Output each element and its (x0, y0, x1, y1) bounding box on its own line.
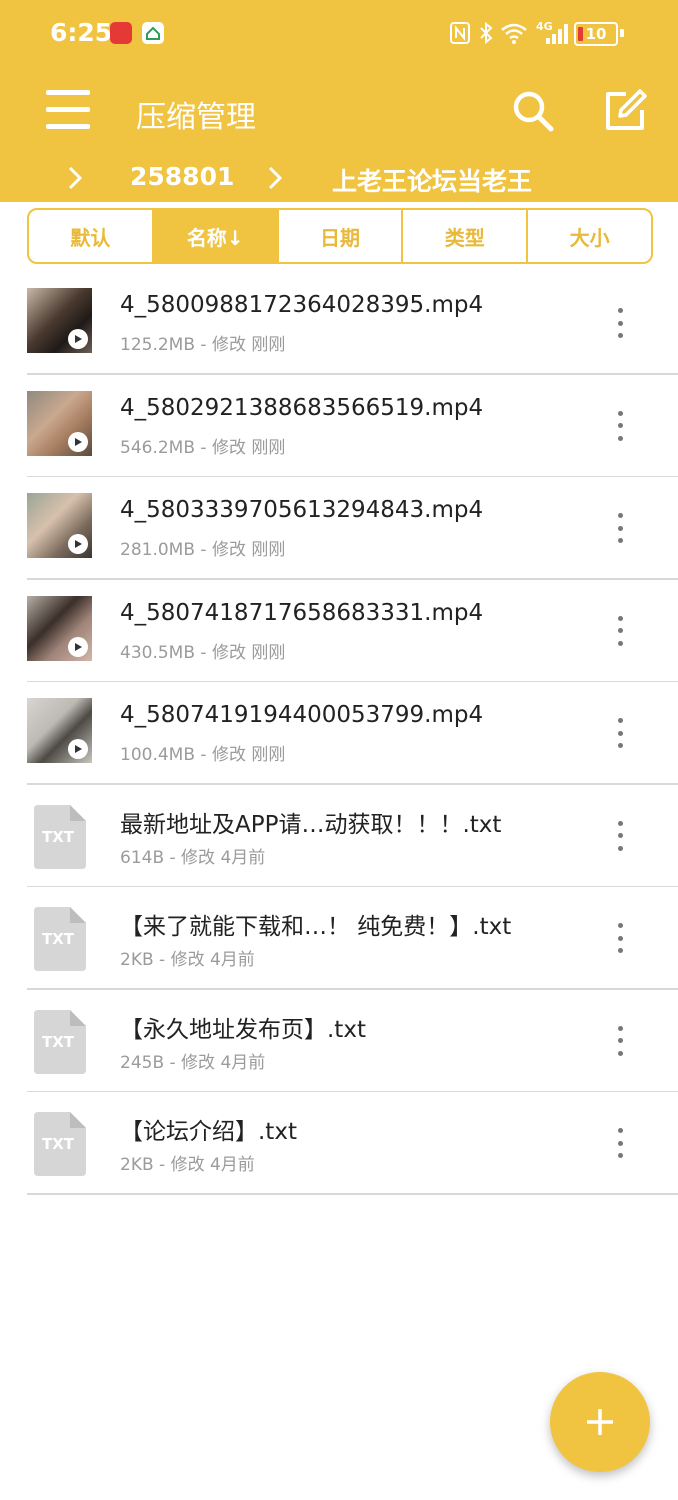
txt-file-icon: TXT (34, 1009, 86, 1074)
list-item[interactable]: TXT 最新地址及APP请…动获取！！！.txt 614B - 修改 4月前 (0, 785, 678, 887)
txt-icon-label: TXT (42, 1135, 75, 1153)
breadcrumb-item-parent[interactable]: 258801 (130, 162, 234, 191)
video-thumbnail (27, 698, 92, 763)
status-bar: 6:25 4G 10 (0, 0, 678, 66)
txt-file-icon: TXT (34, 1112, 86, 1176)
bluetooth-icon (480, 21, 493, 45)
file-name: 4_5800988172364028395.mp4 (120, 292, 484, 318)
list-item[interactable]: TXT 【永久地址发布页】.txt 245B - 修改 4月前 (0, 990, 678, 1092)
wifi-icon (501, 23, 527, 44)
toolbar: 压缩管理 (0, 66, 678, 156)
play-icon (68, 739, 88, 759)
file-meta: 100.4MB - 修改 刚刚 (120, 745, 286, 765)
nfc-icon (450, 22, 470, 44)
search-icon[interactable] (510, 88, 556, 134)
txt-icon-label: TXT (42, 1033, 75, 1051)
file-meta: 430.5MB - 修改 刚刚 (120, 642, 286, 663)
file-name: 4_5807418717658683331.mp4 (120, 599, 484, 626)
sort-tab-type[interactable]: 类型 (403, 210, 529, 262)
play-icon (68, 329, 88, 349)
add-button[interactable] (550, 1372, 650, 1472)
battery-icon: 10 (574, 22, 618, 46)
list-item[interactable]: 4_5807418717658683331.mp4 430.5MB - 修改 刚… (0, 580, 678, 682)
file-name: 【永久地址发布页】.txt (120, 1016, 366, 1043)
file-meta: 614B - 修改 4月前 (120, 847, 266, 868)
file-meta: 2KB - 修改 4月前 (120, 1155, 255, 1175)
breadcrumb-item-current[interactable]: 上老王论坛当老王 (332, 162, 532, 198)
file-name: 【来了就能下载和…！ 纯免费！】.txt (120, 914, 512, 940)
green-app-icon (142, 22, 164, 44)
more-options-icon[interactable] (610, 923, 630, 953)
battery-level: 10 (585, 25, 607, 43)
sort-tab-default[interactable]: 默认 (29, 210, 154, 262)
txt-icon-label: TXT (42, 930, 75, 948)
breadcrumb: 258801 上老王论坛当老王 (0, 156, 678, 202)
video-thumbnail (27, 493, 92, 558)
video-thumbnail (27, 390, 92, 456)
more-options-icon[interactable] (610, 1025, 630, 1056)
more-options-icon[interactable] (610, 410, 630, 441)
file-name: 4_5807419194400053799.mp4 (120, 702, 484, 728)
edit-icon[interactable] (602, 88, 648, 134)
sort-tab-name[interactable]: 名称↓ (153, 210, 279, 262)
chevron-right-icon (68, 166, 83, 190)
txt-file-icon: TXT (34, 907, 86, 971)
file-name: 最新地址及APP请…动获取！！！.txt (120, 811, 502, 838)
more-options-icon[interactable] (610, 513, 630, 543)
txt-icon-label: TXT (42, 828, 75, 846)
file-meta: 281.0MB - 修改 刚刚 (120, 540, 286, 560)
file-name: 【论坛介绍】.txt (120, 1119, 297, 1145)
list-item[interactable]: TXT 【来了就能下载和…！ 纯免费！】.txt 2KB - 修改 4月前 (0, 887, 678, 990)
txt-file-icon: TXT (34, 804, 86, 869)
sort-tabs: 默认 名称↓ 日期 类型 大小 (27, 208, 653, 264)
play-icon (68, 431, 88, 452)
video-thumbnail (27, 595, 92, 661)
plus-icon (587, 1409, 613, 1435)
more-options-icon[interactable] (610, 308, 630, 338)
file-name: 4_5802921388683566519.mp4 (120, 394, 484, 421)
sort-tab-size[interactable]: 大小 (528, 210, 651, 262)
file-meta: 2KB - 修改 4月前 (120, 950, 255, 970)
video-thumbnail (27, 288, 92, 353)
list-item[interactable]: 4_5803339705613294843.mp4 281.0MB - 修改 刚… (0, 477, 678, 580)
menu-icon[interactable] (46, 90, 90, 132)
more-options-icon[interactable] (610, 615, 630, 646)
file-meta: 125.2MB - 修改 刚刚 (120, 335, 286, 355)
huawei-app-icon (110, 22, 132, 44)
more-options-icon[interactable] (610, 718, 630, 748)
more-options-icon[interactable] (610, 1128, 630, 1158)
cellular-signal-icon (546, 24, 568, 44)
list-item[interactable]: 4_5802921388683566519.mp4 546.2MB - 修改 刚… (0, 375, 678, 477)
play-icon (68, 636, 88, 657)
file-name: 4_5803339705613294843.mp4 (120, 497, 484, 523)
more-options-icon[interactable] (610, 820, 630, 851)
sort-tab-date[interactable]: 日期 (279, 210, 404, 262)
app-header: 6:25 4G 10 压缩管理 258801 上老王论坛当老王 (0, 0, 678, 202)
file-list: 4_5800988172364028395.mp4 125.2MB - 修改 刚… (0, 272, 678, 1195)
page-title: 压缩管理 (136, 100, 256, 135)
list-item[interactable]: TXT 【论坛介绍】.txt 2KB - 修改 4月前 (0, 1092, 678, 1195)
status-time: 6:25 (50, 18, 113, 47)
chevron-right-icon (268, 166, 283, 190)
play-icon (68, 534, 88, 554)
file-meta: 245B - 修改 4月前 (120, 1052, 266, 1073)
file-meta: 546.2MB - 修改 刚刚 (120, 437, 286, 458)
list-item[interactable]: 4_5807419194400053799.mp4 100.4MB - 修改 刚… (0, 682, 678, 785)
list-item[interactable]: 4_5800988172364028395.mp4 125.2MB - 修改 刚… (0, 272, 678, 375)
